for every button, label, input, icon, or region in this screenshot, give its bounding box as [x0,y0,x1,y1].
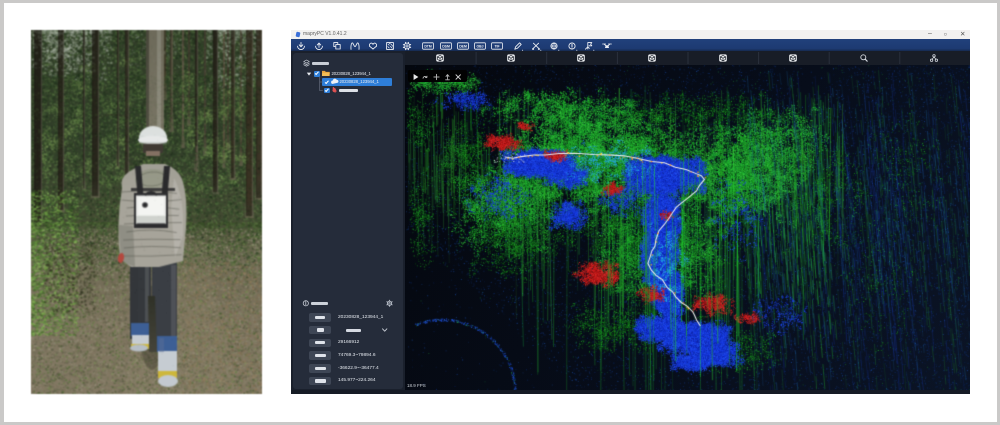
svg-text:DTM: DTM [424,44,432,48]
svg-text:TIF: TIF [494,44,499,48]
svg-text:OBJ: OBJ [477,44,484,48]
svg-text:DEM: DEM [459,44,467,48]
svg-text:DSM: DSM [442,44,450,48]
